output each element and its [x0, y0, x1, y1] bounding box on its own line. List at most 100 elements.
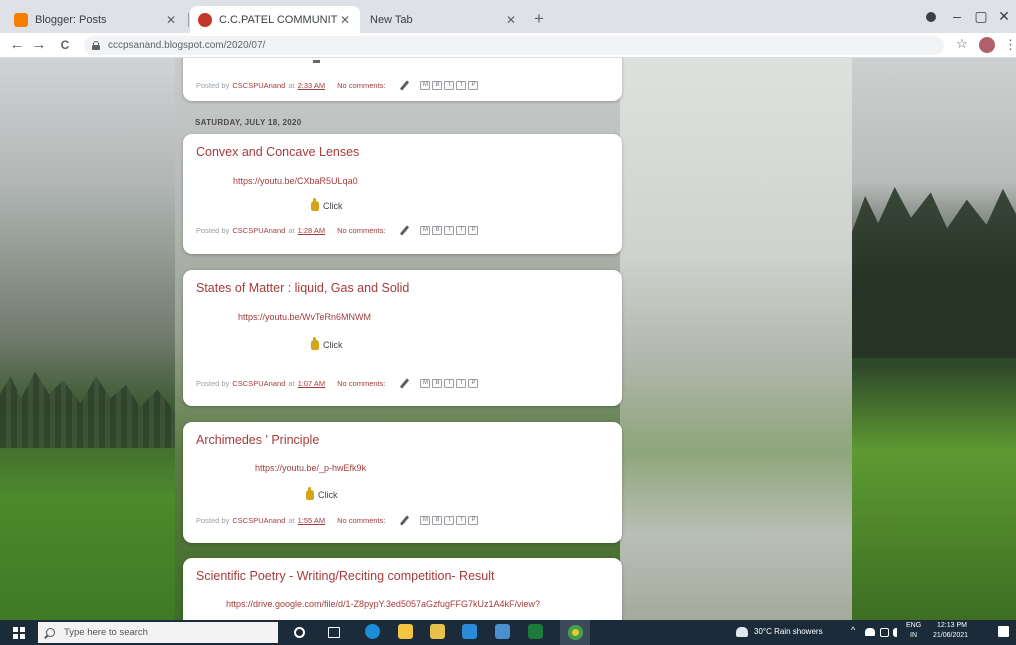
edit-pencil-icon[interactable] — [400, 378, 410, 389]
mail-icon[interactable] — [462, 624, 477, 639]
edit-pencil-icon[interactable] — [400, 225, 410, 236]
weather-icon — [736, 627, 748, 637]
click-label: Click — [318, 490, 338, 500]
blog-this-icon[interactable]: B — [432, 226, 443, 235]
close-icon[interactable]: ✕ — [164, 13, 178, 27]
author-link[interactable]: CSCSPUAnand — [232, 226, 285, 235]
file-explorer-icon[interactable] — [398, 624, 413, 639]
at-label: at — [288, 226, 295, 235]
click-link[interactable]: Click — [311, 337, 343, 350]
edge-browser-icon[interactable] — [365, 624, 380, 639]
network-icon[interactable] — [880, 628, 889, 637]
pinterest-share-icon[interactable]: P — [468, 516, 479, 525]
pinterest-share-icon[interactable]: P — [468, 81, 479, 90]
email-share-icon[interactable]: M — [420, 226, 431, 235]
truncated-content — [313, 60, 320, 63]
pointing-hand-icon — [311, 198, 319, 211]
email-share-icon[interactable]: M — [420, 379, 431, 388]
taskbar: Type here to search 30°C Rain showers ^ … — [0, 620, 1016, 645]
twitter-share-icon[interactable]: t — [444, 81, 455, 90]
close-icon[interactable]: ✕ — [338, 13, 352, 27]
address-bar[interactable]: cccpsanand.blogspot.com/2020/07/ — [84, 36, 944, 55]
cortana-icon[interactable] — [294, 627, 305, 638]
clock-time[interactable]: 12:13 PM — [937, 622, 967, 629]
tab-blog[interactable]: C.C.PATEL COMMUNITY SCIENC ✕ — [190, 6, 360, 33]
tray-overflow-icon[interactable]: ^ — [851, 625, 855, 635]
clock-date[interactable]: 21/06/2021 — [933, 632, 968, 639]
task-view-icon[interactable] — [328, 627, 340, 638]
bookmark-star-icon[interactable]: ☆ — [956, 36, 968, 52]
forward-button[interactable]: → — [30, 36, 48, 54]
post-time-link[interactable]: 1:07 AM — [298, 379, 326, 388]
language-indicator[interactable]: ENG — [906, 622, 921, 629]
post-video-link[interactable]: https://youtu.be/_p-hwEfk9k — [255, 463, 366, 473]
language-region: IN — [910, 632, 917, 639]
facebook-share-icon[interactable]: f — [456, 379, 467, 388]
close-window-button[interactable]: ✕ — [990, 8, 1016, 25]
browser-menu-button[interactable]: ⋮ — [1004, 37, 1016, 53]
author-link[interactable]: CSCSPUAnand — [232, 516, 285, 525]
comments-link[interactable]: No comments: — [337, 226, 385, 235]
click-link[interactable]: Click — [311, 198, 343, 211]
email-share-icon[interactable]: M — [420, 81, 431, 90]
reload-button[interactable]: C — [56, 36, 74, 54]
twitter-share-icon[interactable]: t — [444, 379, 455, 388]
close-icon[interactable]: ✕ — [504, 13, 518, 27]
post-title[interactable]: Archimedes ' Principle — [196, 433, 319, 447]
author-link[interactable]: CSCSPUAnand — [232, 81, 285, 90]
notification-icon[interactable] — [998, 626, 1009, 637]
tab-strip: Blogger: Posts ✕ C.C.PATEL COMMUNITY SCI… — [0, 0, 1016, 33]
facebook-share-icon[interactable]: f — [456, 516, 467, 525]
taskbar-search-box[interactable]: Type here to search — [38, 622, 278, 643]
store-icon[interactable] — [430, 624, 445, 639]
app-icon[interactable] — [528, 624, 543, 639]
posted-by-label: Posted by — [196, 379, 230, 388]
page-viewport[interactable]: Posted by CSCSPUAnand at 2:33 AM No comm… — [0, 58, 1016, 620]
chrome-taskbar-item[interactable] — [560, 620, 590, 645]
tab-new-tab[interactable]: New Tab ✕ — [362, 6, 526, 33]
post-title[interactable]: Convex and Concave Lenses — [196, 145, 359, 159]
edit-pencil-icon[interactable] — [400, 80, 410, 91]
email-share-icon[interactable]: M — [420, 516, 431, 525]
comments-link[interactable]: No comments: — [337, 516, 385, 525]
comments-link[interactable]: No comments: — [337, 379, 385, 388]
click-link[interactable]: Click — [306, 487, 338, 500]
calendar-icon[interactable] — [495, 624, 510, 639]
new-tab-button[interactable]: + — [528, 9, 550, 29]
twitter-share-icon[interactable]: t — [444, 226, 455, 235]
post-link[interactable]: https://drive.google.com/file/d/1-Z8pypY… — [226, 599, 540, 609]
blog-this-icon[interactable]: B — [432, 379, 443, 388]
blog-this-icon[interactable]: B — [432, 516, 443, 525]
author-link[interactable]: CSCSPUAnand — [232, 379, 285, 388]
post-title[interactable]: States of Matter : liquid, Gas and Solid — [196, 281, 409, 295]
search-icon — [46, 628, 55, 637]
weather-text[interactable]: 30°C Rain showers — [754, 627, 823, 636]
share-buttons: M B t f P — [420, 226, 479, 235]
post-footer: Posted by CSCSPUAnand at 1:07 AM No comm… — [196, 378, 479, 389]
post-footer: Posted by CSCSPUAnand at 1:28 AM No comm… — [196, 225, 479, 236]
windows-start-icon[interactable] — [13, 627, 25, 639]
twitter-share-icon[interactable]: t — [444, 516, 455, 525]
click-label: Click — [323, 340, 343, 350]
facebook-share-icon[interactable]: f — [456, 226, 467, 235]
blog-this-icon[interactable]: B — [432, 81, 443, 90]
post-video-link[interactable]: https://youtu.be/CXbaR5ULqa0 — [233, 176, 358, 186]
pinterest-share-icon[interactable]: P — [468, 226, 479, 235]
cloud-icon[interactable] — [865, 628, 875, 636]
comments-link[interactable]: No comments: — [337, 81, 385, 90]
share-buttons: M B t f P — [420, 379, 479, 388]
post-video-link[interactable]: https://youtu.be/WvTeRn6MNWM — [238, 312, 371, 322]
post-time-link[interactable]: 1:28 AM — [298, 226, 326, 235]
back-button[interactable]: ← — [8, 36, 26, 54]
post-card: Scientific Poetry - Writing/Reciting com… — [183, 558, 622, 620]
post-title[interactable]: Scientific Poetry - Writing/Reciting com… — [196, 569, 495, 583]
edit-pencil-icon[interactable] — [400, 515, 410, 526]
profile-avatar[interactable] — [979, 37, 995, 53]
pointing-hand-icon — [311, 337, 319, 350]
tab-blogger-posts[interactable]: Blogger: Posts ✕ — [6, 6, 186, 33]
pinterest-share-icon[interactable]: P — [468, 379, 479, 388]
post-time-link[interactable]: 1:55 AM — [298, 516, 326, 525]
volume-icon[interactable] — [893, 628, 902, 637]
post-time-link[interactable]: 2:33 AM — [298, 81, 326, 90]
facebook-share-icon[interactable]: f — [456, 81, 467, 90]
